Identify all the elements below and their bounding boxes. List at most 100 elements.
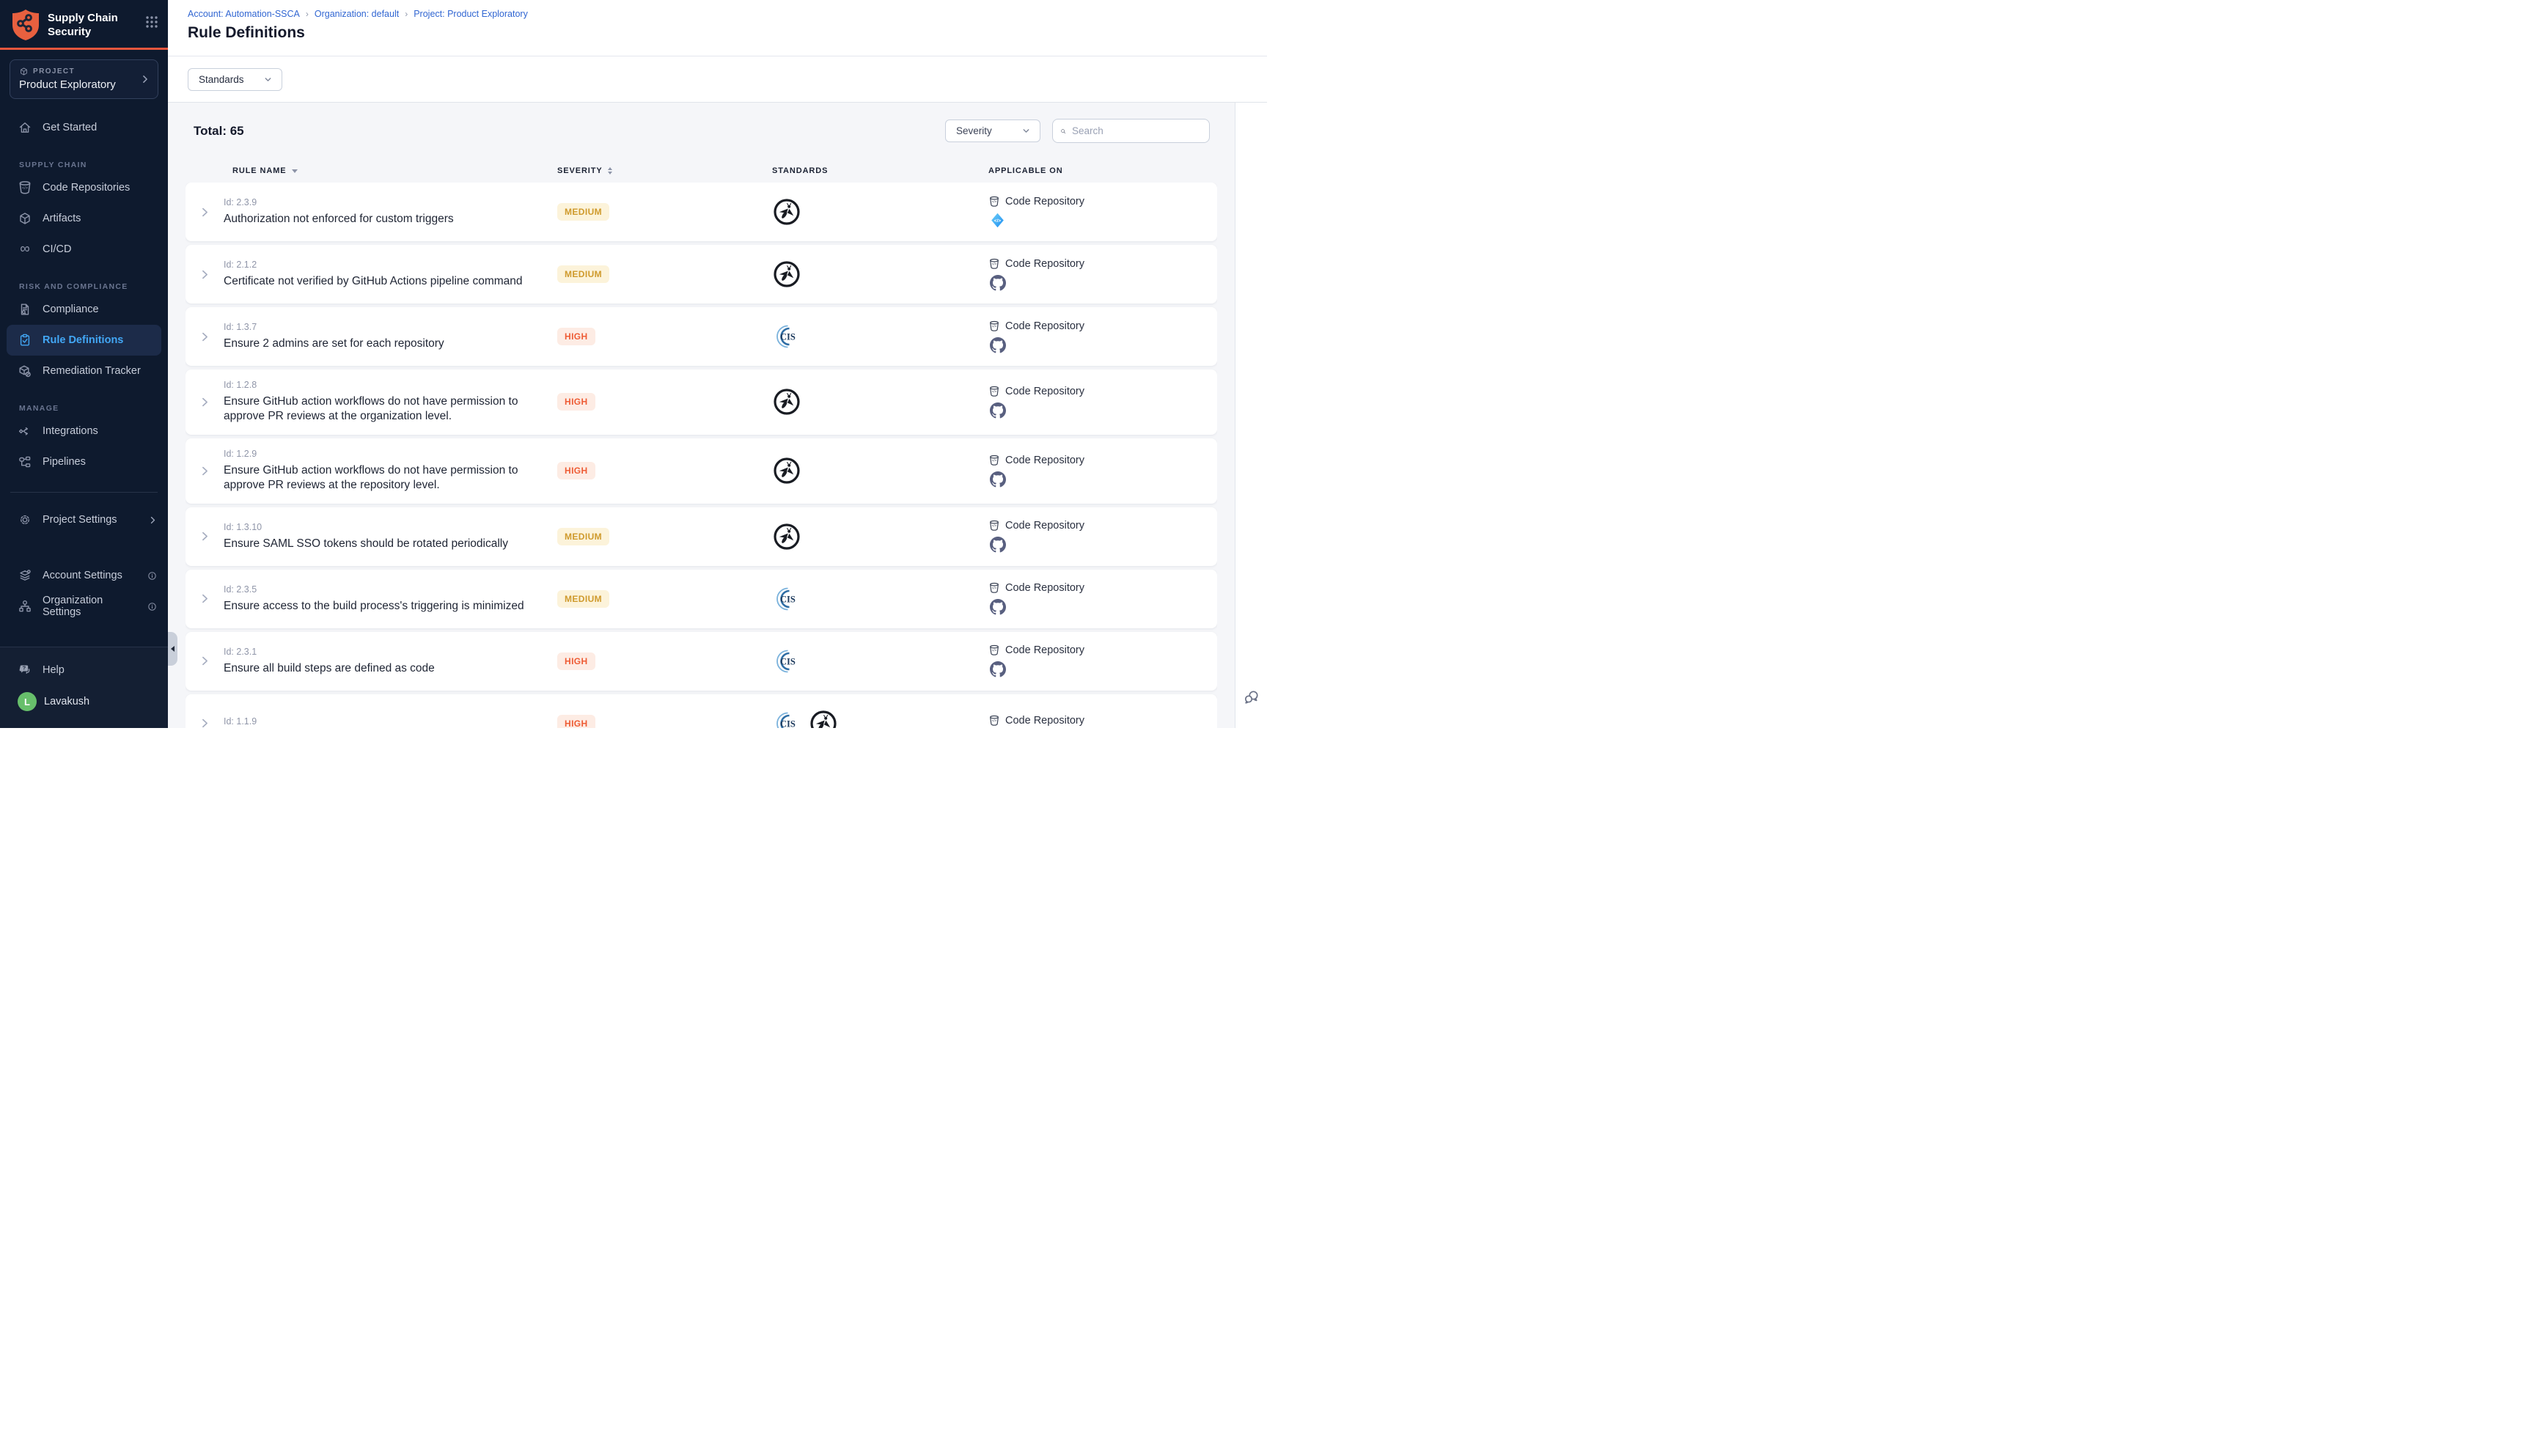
- sidebar-collapse-handle[interactable]: [168, 632, 177, 666]
- sidebar-item-cicd[interactable]: ∞ CI/CD: [0, 234, 168, 265]
- rule-id: Id: 2.3.5: [224, 584, 543, 595]
- nav-divider: [10, 492, 158, 493]
- column-header-severity[interactable]: SEVERITY: [557, 166, 772, 175]
- repo-platform-icons: [988, 537, 1006, 553]
- severity-filter-dropdown[interactable]: Severity: [945, 120, 1040, 142]
- column-header-rule-name[interactable]: RULE NAME: [224, 166, 557, 175]
- accent-divider: [0, 48, 168, 50]
- standards-cell: [772, 322, 988, 351]
- applicable-on-cell: Code Repository: [988, 455, 1217, 488]
- standards-cell: [772, 260, 988, 289]
- code-repository-icon: [988, 455, 1000, 466]
- table-header-row: RULE NAME SEVERITY STANDARDS APPLICABLE …: [186, 166, 1217, 175]
- breadcrumb: Account: Automation-SSCA › Organization:…: [188, 9, 1267, 19]
- expand-chevron-icon[interactable]: [199, 531, 210, 542]
- github-icon: [990, 537, 1006, 553]
- table-row[interactable]: Id: 2.3.1 Ensure all build steps are def…: [186, 632, 1217, 691]
- app-switcher-icon[interactable]: [144, 15, 159, 29]
- expand-chevron-icon[interactable]: [199, 466, 210, 477]
- applicable-on-label: Code Repository: [1005, 386, 1084, 397]
- page-title: Rule Definitions: [188, 24, 1267, 42]
- search-input[interactable]: [1072, 125, 1202, 136]
- sidebar-item-rule-definitions[interactable]: Rule Definitions: [7, 325, 161, 356]
- breadcrumb-separator: ›: [405, 9, 408, 19]
- applicable-on-label: Code Repository: [1005, 715, 1084, 727]
- sidebar-item-project-settings[interactable]: Project Settings: [0, 504, 168, 535]
- applicable-on-label: Code Repository: [1005, 582, 1084, 594]
- applicable-on-label: Code Repository: [1005, 320, 1084, 332]
- repo-platform-icons: [988, 471, 1006, 488]
- standards-cell: [772, 522, 988, 551]
- code-repository-icon: [988, 520, 1000, 532]
- sidebar-item-organization-settings[interactable]: Organization Settings: [0, 591, 168, 622]
- rule-id: Id: 2.3.1: [224, 647, 543, 657]
- severity-badge: HIGH: [557, 328, 595, 345]
- table-row[interactable]: Id: 2.3.9 Authorization not enforced for…: [186, 183, 1217, 241]
- sidebar-item-account-settings[interactable]: Account Settings: [0, 560, 168, 591]
- table-row[interactable]: Id: 1.3.10 Ensure SAML SSO tokens should…: [186, 507, 1217, 566]
- rules-table-section: Total: 65 Severity RULE N: [168, 103, 1235, 728]
- sidebar-item-code-repositories[interactable]: Code Repositories: [0, 172, 168, 203]
- info-icon[interactable]: [147, 601, 158, 612]
- expand-chevron-icon[interactable]: [199, 207, 210, 218]
- search-box: [1052, 119, 1210, 143]
- github-icon: [990, 471, 1006, 488]
- support-chat-icon[interactable]: [1243, 688, 1260, 706]
- sidebar-item-get-started[interactable]: Get Started: [0, 112, 168, 143]
- expand-chevron-icon[interactable]: [199, 269, 210, 280]
- owasp-standard-icon: [772, 197, 801, 227]
- sidebar-item-label: Project Settings: [43, 514, 117, 526]
- rule-id: Id: 1.1.9: [224, 716, 543, 727]
- expand-chevron-icon[interactable]: [199, 593, 210, 604]
- box-tool-icon: [18, 364, 32, 378]
- app-title: Supply Chain Security: [48, 12, 128, 40]
- sidebar-item-help[interactable]: ? Help: [0, 655, 168, 685]
- info-icon[interactable]: [147, 570, 158, 581]
- sort-icon: [608, 167, 612, 174]
- supply-chain-security-logo-icon: [11, 9, 40, 41]
- sidebar-item-compliance[interactable]: Compliance: [0, 294, 168, 325]
- sidebar-item-pipelines[interactable]: Pipelines: [0, 446, 168, 477]
- applicable-on-label: Code Repository: [1005, 455, 1084, 466]
- page-header: Account: Automation-SSCA › Organization:…: [168, 0, 1267, 56]
- table-row[interactable]: Id: 1.2.9 Ensure GitHub action workflows…: [186, 438, 1217, 504]
- nav-section-risk-and-compliance: RISK AND COMPLIANCE: [19, 282, 168, 291]
- code-repository-icon: [988, 386, 1000, 397]
- breadcrumb-project[interactable]: Project: Product Exploratory: [414, 9, 528, 19]
- sidebar-item-label: Compliance: [43, 304, 99, 315]
- severity-badge: HIGH: [557, 715, 595, 728]
- sidebar-item-remediation-tracker[interactable]: Remediation Tracker: [0, 356, 168, 386]
- help-chat-icon: ?: [18, 663, 32, 677]
- avatar: L: [18, 692, 37, 711]
- rule-name: Ensure GitHub action workflows do not ha…: [224, 394, 543, 424]
- sort-desc-icon: [292, 169, 298, 173]
- sidebar-item-integrations[interactable]: Integrations: [0, 416, 168, 446]
- expand-chevron-icon[interactable]: [199, 331, 210, 342]
- breadcrumb-account[interactable]: Account: Automation-SSCA: [188, 9, 300, 19]
- expand-chevron-icon[interactable]: [199, 655, 210, 666]
- github-icon: [990, 599, 1006, 615]
- applicable-on-label: Code Repository: [1005, 644, 1084, 656]
- right-gutter: [1235, 103, 1267, 728]
- table-row[interactable]: Id: 2.1.2 Certificate not verified by Gi…: [186, 245, 1217, 304]
- user-menu[interactable]: L Lavakush: [0, 685, 168, 718]
- rule-id: Id: 1.2.8: [224, 380, 543, 390]
- applicable-on-cell: Code Repository: [988, 644, 1217, 677]
- cube-icon: [18, 211, 32, 226]
- table-row[interactable]: Id: 2.3.5 Ensure access to the build pro…: [186, 570, 1217, 628]
- chevron-right-icon: [148, 515, 158, 525]
- code-repository-icon: [988, 196, 1000, 207]
- rule-name: Ensure 2 admins are set for each reposit…: [224, 337, 543, 351]
- table-row[interactable]: Id: 1.3.7 Ensure 2 admins are set for ea…: [186, 307, 1217, 366]
- rule-id: Id: 1.3.7: [224, 322, 543, 332]
- app-root: Supply Chain Security PROJECT Product Ex…: [0, 0, 1267, 728]
- breadcrumb-organization[interactable]: Organization: default: [315, 9, 399, 19]
- sidebar-item-artifacts[interactable]: Artifacts: [0, 203, 168, 234]
- expand-chevron-icon[interactable]: [199, 397, 210, 408]
- standards-filter-dropdown[interactable]: Standards: [188, 68, 282, 91]
- expand-chevron-icon[interactable]: [199, 718, 210, 728]
- applicable-on-cell: Code Repository: [988, 582, 1217, 615]
- project-selector[interactable]: PROJECT Product Exploratory: [10, 59, 158, 99]
- table-row[interactable]: Id: 1.2.8 Ensure GitHub action workflows…: [186, 369, 1217, 435]
- table-row[interactable]: Id: 1.1.9 HIGH Code Repository: [186, 694, 1217, 728]
